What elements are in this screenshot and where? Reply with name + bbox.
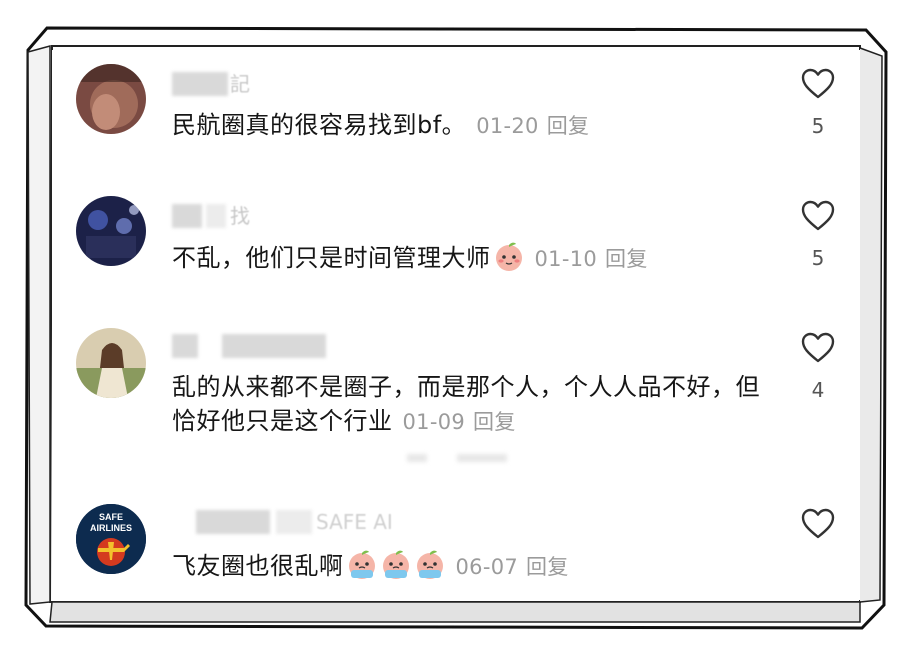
like-count: 5	[811, 114, 825, 138]
svg-text:SAFE: SAFE	[99, 512, 123, 522]
comment-list: 記 民航圈真的很容易找到bf。01-20回复 5 找 不乱，他们只是时间管理	[52, 50, 860, 600]
comment-body: 民航圈真的很容易找到bf。	[172, 111, 467, 139]
user-avatar-photo	[76, 64, 146, 134]
comment-date: 01-09	[402, 410, 466, 434]
username-text: SAFE AI	[316, 510, 393, 534]
user-avatar[interactable]	[76, 64, 146, 134]
reply-button[interactable]: 回复	[605, 247, 648, 271]
username[interactable]	[172, 334, 332, 358]
peach-face-emoji	[416, 550, 443, 579]
like-count: 5	[811, 246, 825, 270]
comment-body: 飞友圈也很乱啊	[172, 552, 344, 580]
comment-date: 06-07	[455, 555, 519, 579]
user-avatar[interactable]: SAFE AIRLINES	[76, 504, 146, 574]
comment-text: 不乱，他们只是时间管理大师 01-10 回复	[172, 240, 772, 276]
peach-face-emoji	[382, 550, 409, 579]
safe-airlines-logo: SAFE AIRLINES	[76, 504, 146, 574]
blur-smudge	[457, 454, 507, 462]
username-text: 找	[230, 204, 250, 228]
svg-text:AIRLINES: AIRLINES	[90, 523, 132, 533]
comment-body: 不乱，他们只是时间管理大师	[172, 244, 491, 272]
comment-date: 01-10	[534, 247, 598, 271]
heart-outline-icon[interactable]	[800, 330, 836, 366]
heart-outline-icon[interactable]	[800, 506, 836, 542]
peach-face-emoji	[348, 550, 375, 579]
comment-date: 01-20	[476, 114, 539, 138]
username-text: 記	[230, 72, 250, 96]
comment-body: 乱的从来都不是圈子，而是那个人，个人人品不好，但恰好他只是这个行业	[172, 373, 760, 435]
peach-face-emoji	[495, 242, 522, 271]
comment-text: 飞友圈也很乱啊 06-07 回复	[172, 548, 772, 584]
username[interactable]: SAFE AI	[172, 510, 432, 534]
heart-outline-icon[interactable]	[800, 198, 836, 234]
reply-button[interactable]: 回复	[526, 555, 569, 579]
like-count: 4	[811, 378, 825, 402]
username[interactable]: 找	[172, 204, 262, 228]
comment-text: 乱的从来都不是圈子，而是那个人，个人人品不好，但恰好他只是这个行业 01-09 回复	[172, 370, 762, 439]
heart-outline-icon[interactable]	[800, 66, 836, 102]
username[interactable]: 記	[172, 72, 262, 96]
user-avatar-photo	[76, 196, 146, 266]
comment-text: 民航圈真的很容易找到bf。 01-20 回复	[172, 108, 772, 143]
reply-button[interactable]: 回复	[473, 410, 516, 434]
user-avatar-photo	[76, 328, 146, 398]
reply-button[interactable]: 回复	[547, 114, 590, 138]
user-avatar[interactable]	[76, 328, 146, 398]
user-avatar[interactable]	[76, 196, 146, 266]
blur-smudge	[407, 454, 427, 462]
